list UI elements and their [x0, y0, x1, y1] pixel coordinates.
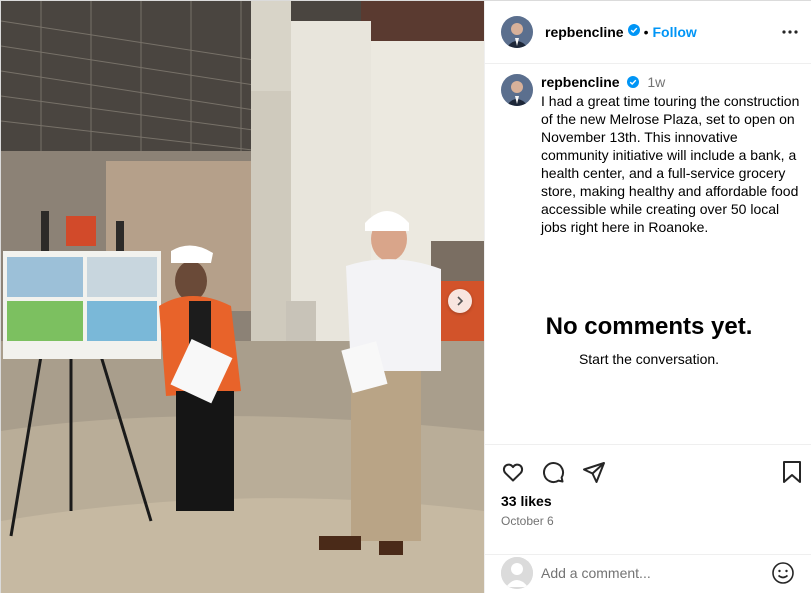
emoji-icon[interactable] [771, 561, 795, 590]
caption-body: repbencline 1w I had a great time tourin… [541, 73, 807, 236]
author-avatar[interactable] [501, 16, 533, 48]
empty-comments: No comments yet. Start the conversation. [485, 313, 811, 367]
separator-dot: • [643, 24, 649, 40]
post-caption: repbencline 1w I had a great time tourin… [501, 73, 807, 236]
current-user-avatar [501, 557, 533, 589]
verified-badge-icon [627, 23, 640, 41]
next-image-button[interactable] [448, 289, 472, 313]
empty-comments-title: No comments yet. [545, 313, 753, 340]
caption-time[interactable]: 1w [647, 74, 665, 90]
default-avatar-icon [501, 557, 533, 589]
caption-avatar[interactable] [501, 74, 533, 106]
post-actions: 33 likes October 6 [485, 444, 811, 554]
verified-badge-icon [627, 74, 640, 92]
empty-comments-subtitle: Start the conversation. [578, 351, 720, 367]
action-icons [501, 460, 801, 484]
caption-username[interactable]: repbencline [541, 74, 620, 90]
post-header: repbencline • Follow [485, 1, 811, 64]
post-date[interactable]: October 6 [501, 514, 554, 528]
paper-plane-icon[interactable] [582, 460, 606, 489]
bookmark-icon[interactable] [781, 460, 803, 489]
heart-icon[interactable] [501, 460, 525, 489]
author-username[interactable]: repbencline [545, 24, 624, 40]
comment-bar [485, 554, 811, 593]
post-modal: repbencline • Follow repbencline 1w I ha… [0, 0, 811, 593]
more-options-icon[interactable] [781, 23, 799, 46]
caption-text: I had a great time touring the construct… [541, 93, 800, 236]
post-details-panel: repbencline • Follow repbencline 1w I ha… [484, 1, 811, 593]
post-photo[interactable] [1, 1, 484, 593]
follow-button[interactable]: Follow [653, 24, 697, 40]
comment-input[interactable] [541, 561, 761, 585]
avatar-photo [501, 16, 533, 48]
chevron-right-icon [457, 296, 464, 306]
likes-count[interactable]: 33 likes [501, 493, 552, 509]
avatar-photo [501, 74, 533, 106]
construction-tour-photo [1, 1, 484, 593]
comment-bubble-icon[interactable] [541, 460, 565, 489]
